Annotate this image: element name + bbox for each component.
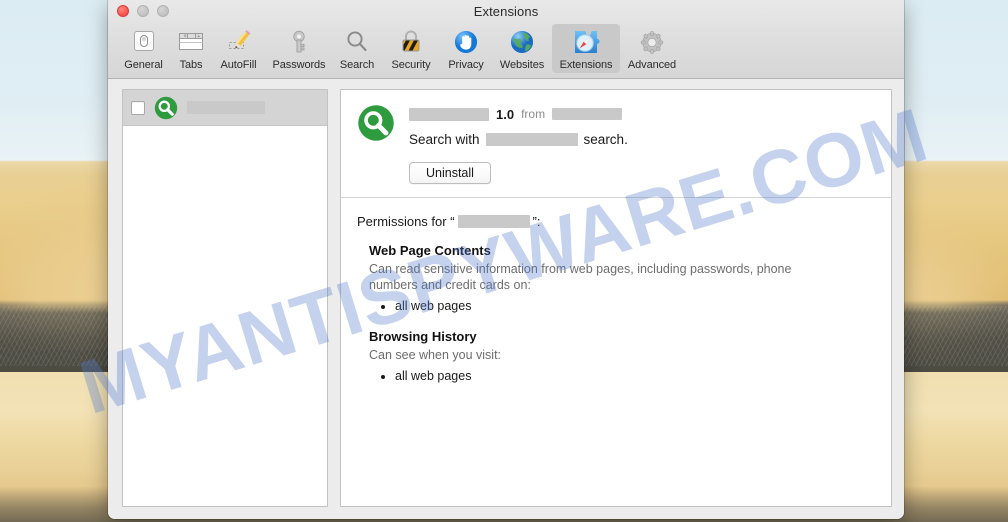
preferences-body: 1.0 from Search with search. Uninstall P… (108, 79, 904, 519)
privacy-icon (450, 27, 482, 57)
tab-privacy-label: Privacy (448, 59, 484, 71)
general-icon (128, 27, 160, 57)
autofill-icon (223, 27, 255, 57)
permissions-section: Permissions for “ ”: Web Page Contents C… (341, 198, 891, 506)
extension-enable-checkbox[interactable] (131, 100, 145, 115)
extension-title-line: 1.0 from (409, 106, 875, 122)
description-name-redacted (485, 133, 578, 146)
search-icon (341, 27, 373, 57)
permissions-heading: Permissions for “ ”: (357, 214, 875, 229)
tab-security-label: Security (391, 59, 431, 71)
window-title: Extensions (473, 3, 539, 19)
tab-tabs[interactable]: × + Tabs (171, 24, 211, 73)
tab-websites[interactable]: Websites (492, 24, 552, 73)
tab-advanced-label: Advanced (627, 59, 677, 71)
advanced-icon (636, 27, 668, 57)
tab-autofill-label: AutoFill (220, 59, 257, 71)
tab-search[interactable]: Search (332, 24, 382, 73)
svg-text:×: × (184, 34, 187, 40)
zoom-button[interactable] (157, 5, 169, 17)
security-icon (395, 27, 427, 57)
permission-group-title: Browsing History (369, 329, 477, 344)
tab-tabs-label: Tabs (179, 59, 203, 71)
permission-group-web-page-contents: Web Page Contents Can read sensitive inf… (369, 243, 875, 315)
extension-name-redacted (187, 101, 265, 114)
tab-advanced[interactable]: Advanced (620, 24, 684, 73)
tab-extensions-label: Extensions (559, 59, 613, 71)
permission-scope-list: all web pages (395, 297, 875, 315)
permission-scope-item: all web pages (395, 297, 875, 315)
permissions-name-redacted (457, 215, 530, 228)
window-chrome: Extensions General × + Tabs AutoFill Pas… (108, 0, 904, 79)
websites-icon (506, 27, 538, 57)
permission-scope-list: all web pages (395, 367, 875, 385)
preferences-toolbar: General × + Tabs AutoFill Passwords Sear… (108, 22, 904, 78)
passwords-icon (283, 27, 315, 57)
extension-header: 1.0 from Search with search. Uninstall (341, 90, 891, 198)
green-magnifier-icon (358, 105, 394, 141)
description-suffix: search. (583, 132, 628, 147)
uninstall-button[interactable]: Uninstall (409, 162, 491, 184)
from-label: from (521, 107, 546, 121)
extension-version: 1.0 (496, 106, 515, 122)
permissions-heading-prefix: Permissions for “ (357, 214, 455, 229)
tab-extensions[interactable]: Extensions (552, 24, 620, 73)
tab-general[interactable]: General (116, 24, 171, 73)
svg-text:+: + (197, 34, 200, 40)
description-prefix: Search with (409, 132, 480, 147)
extension-description: Search with search. (409, 132, 875, 147)
tab-passwords-label: Passwords (272, 59, 326, 71)
tab-search-label: Search (339, 59, 375, 71)
safari-preferences-window: Extensions General × + Tabs AutoFill Pas… (108, 0, 904, 519)
tab-websites-label: Websites (499, 59, 545, 71)
close-button[interactable] (117, 5, 129, 17)
tabs-icon: × + (175, 27, 207, 57)
tab-general-label: General (124, 59, 163, 71)
permission-group-description: Can read sensitive information from web … (369, 262, 792, 292)
title-bar[interactable]: Extensions (108, 0, 904, 22)
extension-detail-pane: 1.0 from Search with search. Uninstall P… (340, 89, 892, 507)
extension-publisher-redacted (552, 108, 623, 120)
extension-name-redacted (409, 107, 489, 121)
traffic-light-buttons[interactable] (117, 5, 169, 17)
green-magnifier-icon (154, 96, 178, 119)
permission-group-title: Web Page Contents (369, 243, 491, 258)
permission-group-description: Can see when you visit: (369, 348, 502, 362)
tab-passwords[interactable]: Passwords (266, 24, 332, 73)
permissions-heading-suffix: ”: (532, 214, 541, 229)
tab-autofill[interactable]: AutoFill (211, 24, 266, 73)
permission-scope-item: all web pages (395, 367, 875, 385)
tab-security[interactable]: Security (382, 24, 440, 73)
extensions-icon (570, 27, 602, 57)
extension-header-text: 1.0 from Search with search. Uninstall (409, 104, 875, 184)
permission-group-browsing-history: Browsing History Can see when you visit:… (369, 329, 875, 385)
minimize-button[interactable] (137, 5, 149, 17)
extensions-list[interactable] (122, 89, 328, 507)
list-item[interactable] (123, 90, 327, 126)
tab-privacy[interactable]: Privacy (440, 24, 492, 73)
